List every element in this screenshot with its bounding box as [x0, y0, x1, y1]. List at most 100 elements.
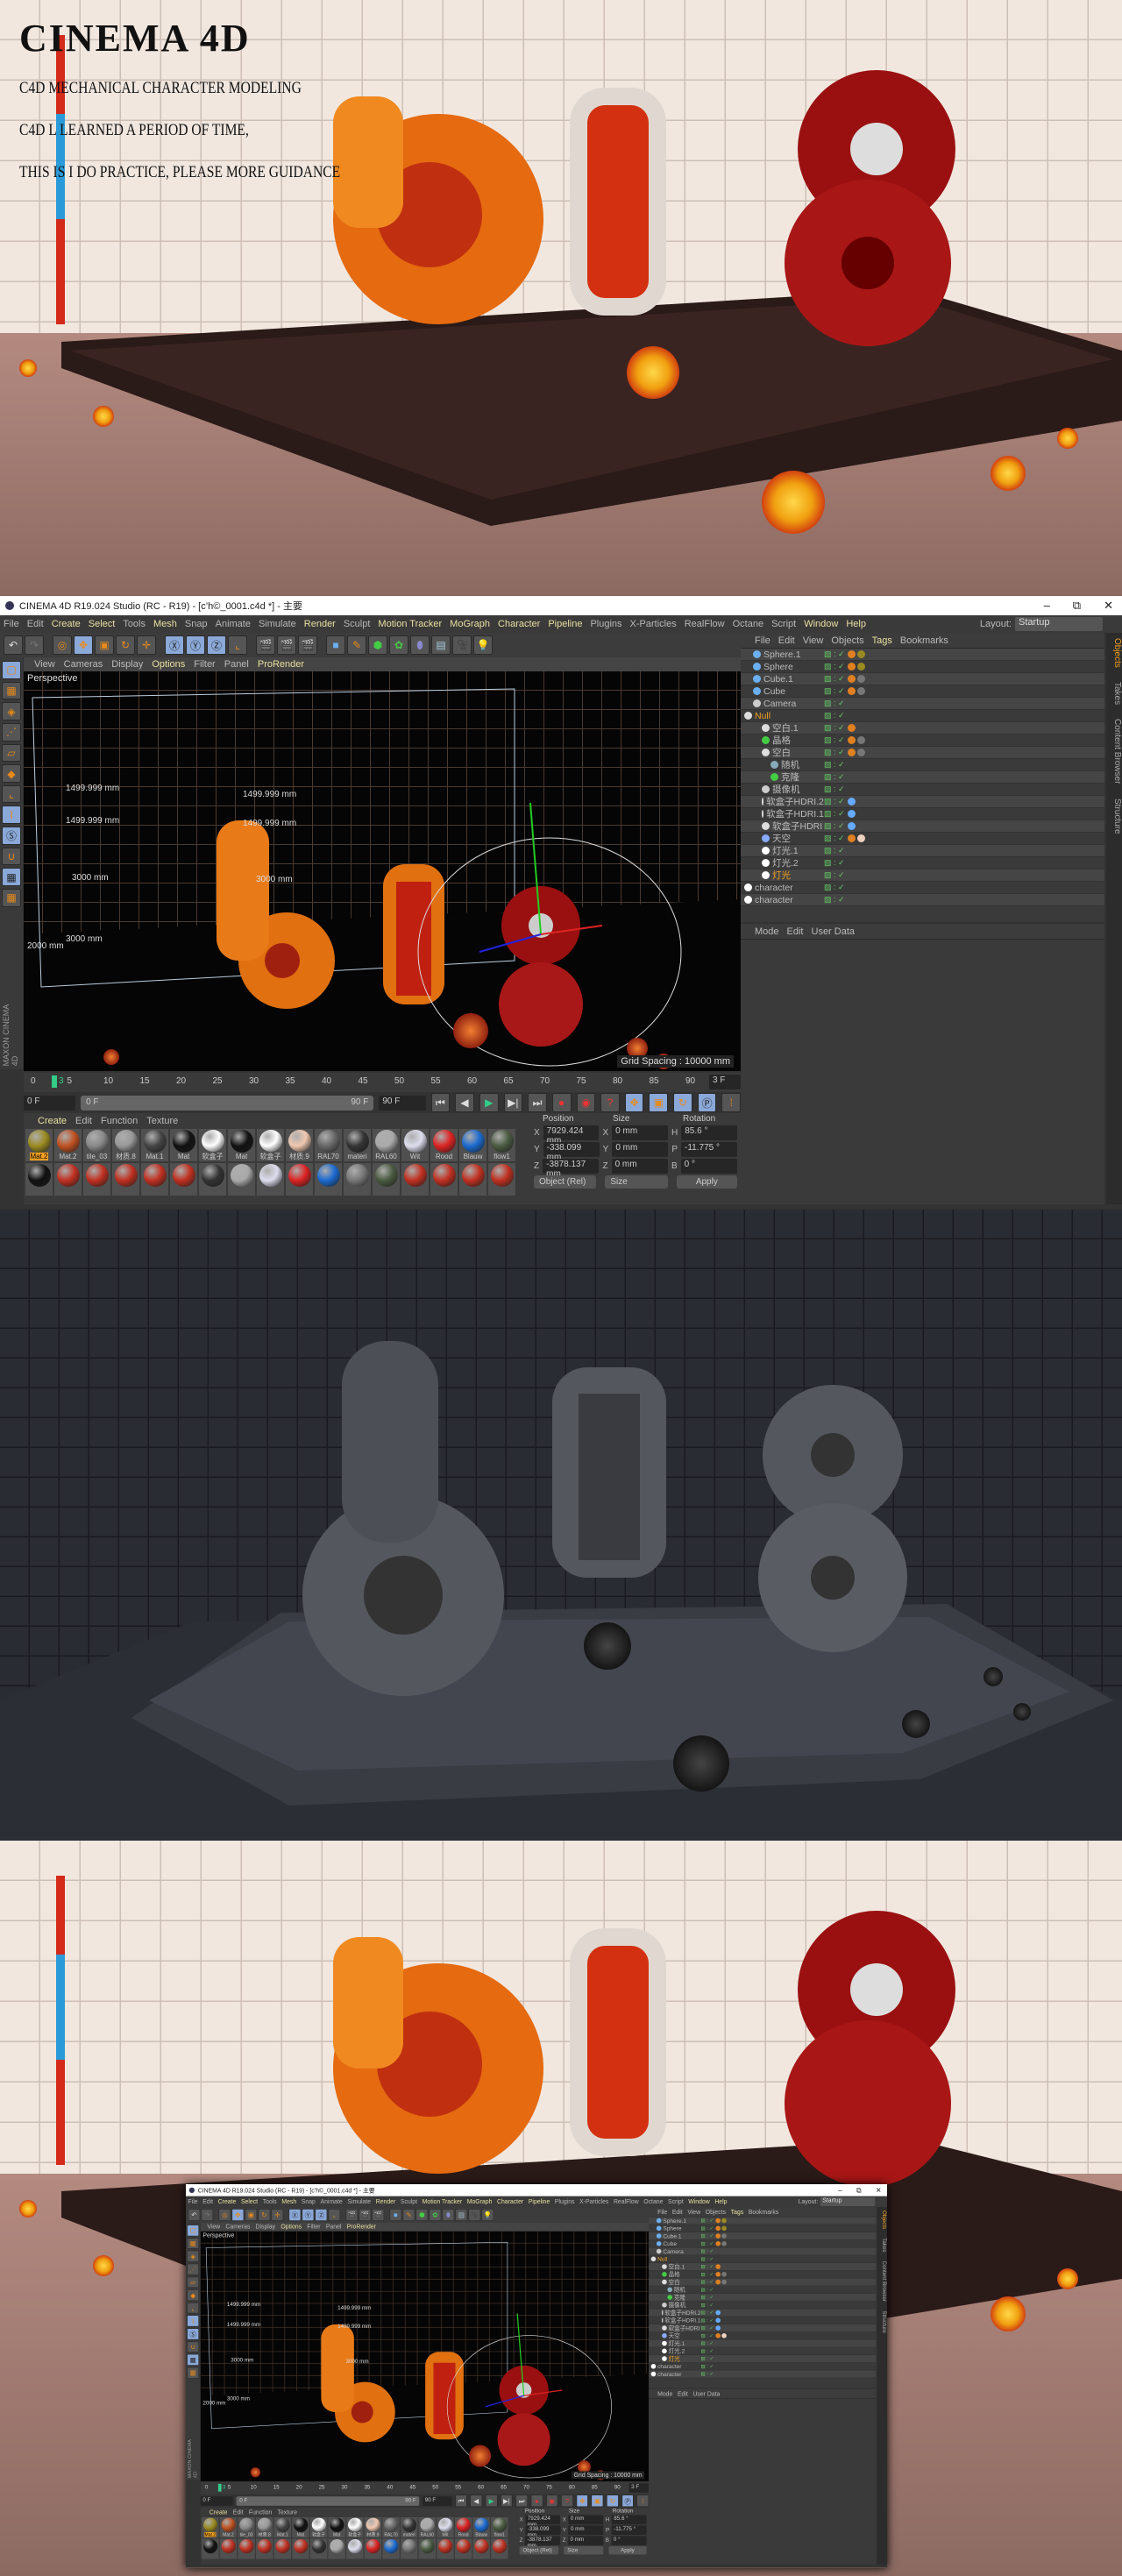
object-row[interactable]: 软盒子HDRI.2 ▨ : ✓	[741, 796, 1104, 808]
tag-icon[interactable]	[721, 2241, 727, 2246]
material-swatch[interactable]: Mat.2	[219, 2517, 238, 2538]
material-swatch[interactable]	[472, 2538, 490, 2559]
position-field[interactable]: -3878.137 mm	[524, 2536, 561, 2549]
material-swatch[interactable]: flow1	[491, 2517, 508, 2538]
render-picture-viewer-icon[interactable]: 🎬	[359, 2209, 372, 2221]
viewport-menu-view[interactable]: View	[207, 2224, 220, 2231]
material-menu-texture[interactable]: Texture	[278, 2509, 298, 2516]
frame-range-slider[interactable]: 0 F 90 F	[81, 1095, 374, 1111]
undo-icon[interactable]: ↶	[188, 2209, 201, 2221]
recent-tool-icon[interactable]: ✛	[271, 2209, 284, 2221]
menu-animate[interactable]: Animate	[216, 619, 251, 629]
recent-tool-icon[interactable]: ✛	[137, 635, 156, 655]
menu-animate[interactable]: Animate	[321, 2198, 343, 2205]
viewport-menu-prorender[interactable]: ProRender	[258, 659, 304, 670]
coordinate-mode-dropdown[interactable]: Object (Rel)	[519, 2546, 559, 2555]
object-row[interactable]: 天空 ▨ : ✓	[741, 833, 1104, 845]
tag-icon[interactable]	[857, 834, 865, 842]
attribute-menu-user-data[interactable]: User Data	[812, 926, 856, 937]
object-row[interactable]: 灯光 ▨ : ✓	[649, 2355, 877, 2363]
visibility-flags[interactable]: ▨ : ✓	[701, 2340, 716, 2346]
coordinate-system-icon[interactable]: ⌞	[228, 635, 247, 655]
x-axis-icon[interactable]: Ⓧ	[165, 635, 184, 655]
material-swatch[interactable]	[344, 1163, 371, 1196]
material-swatch[interactable]	[437, 2538, 454, 2559]
material-swatch[interactable]: flow1	[488, 1129, 515, 1161]
tag-icon[interactable]	[857, 663, 865, 671]
tag-icon[interactable]	[715, 2264, 721, 2269]
visibility-flags[interactable]: ▨ : ✓	[824, 699, 848, 708]
redo-icon[interactable]: ↷	[201, 2209, 214, 2221]
material-swatch[interactable]: 材质.8	[256, 2517, 273, 2538]
menu-octane[interactable]: Octane	[733, 619, 763, 629]
material-swatch[interactable]: 材质.9	[286, 1129, 313, 1161]
visibility-flags[interactable]: ▨ : ✓	[701, 2218, 716, 2224]
key-pla-icon[interactable]: ⁞	[636, 2494, 650, 2508]
attribute-menu-user-data[interactable]: User Data	[692, 2390, 720, 2397]
keyframe-selection-icon[interactable]: ?	[600, 1093, 620, 1112]
menu-select[interactable]: Select	[241, 2198, 258, 2205]
position-field[interactable]: -338.099 mm	[543, 1142, 600, 1162]
tweak-icon[interactable]: ⌇	[2, 805, 21, 825]
object-row[interactable]: character ▨ : ✓	[649, 2363, 877, 2371]
minimize-button[interactable]: –	[838, 2186, 842, 2195]
material-swatch[interactable]	[256, 2538, 273, 2559]
menu-realflow[interactable]: RealFlow	[685, 619, 725, 629]
prev-key-icon[interactable]: ◀	[455, 1093, 474, 1112]
position-field[interactable]: 7929.424 mm	[543, 1125, 600, 1146]
material-swatch[interactable]	[328, 2538, 345, 2559]
key-rotation-icon[interactable]: ↻	[607, 2494, 619, 2508]
object-row[interactable]: 空白 ▨ : ✓	[741, 747, 1104, 759]
tag-icon[interactable]	[848, 798, 856, 805]
maximize-button[interactable]: ⧉	[856, 2186, 862, 2195]
material-swatch[interactable]	[228, 1163, 255, 1196]
material-swatch[interactable]	[141, 1163, 168, 1196]
attribute-menu-mode[interactable]: Mode	[657, 2390, 672, 2397]
tag-icon[interactable]	[848, 749, 856, 756]
size-field[interactable]: 0 mm	[612, 1142, 669, 1157]
size-field[interactable]: 0 mm	[611, 1159, 668, 1174]
position-field[interactable]: -3878.137 mm	[543, 1159, 600, 1179]
tag-icon[interactable]	[715, 2218, 721, 2224]
object-row[interactable]: 灯光.2 ▨ : ✓	[741, 857, 1104, 869]
menu-tools[interactable]: Tools	[123, 619, 146, 629]
visibility-flags[interactable]: ▨ : ✓	[701, 2264, 716, 2270]
start-frame-field[interactable]: 0 F	[24, 1095, 76, 1111]
tag-icon[interactable]	[721, 2218, 727, 2224]
menu-x-particles[interactable]: X-Particles	[579, 2198, 608, 2205]
material-swatch[interactable]: RAL70	[382, 2517, 400, 2538]
menu-motion-tracker[interactable]: Motion Tracker	[423, 2198, 462, 2205]
visibility-flags[interactable]: ▨ : ✓	[701, 2356, 716, 2362]
visibility-flags[interactable]: ▨ : ✓	[701, 2302, 716, 2308]
deformer-icon[interactable]: ⬮	[442, 2209, 455, 2221]
visibility-flags[interactable]: ▨ : ✓	[701, 2317, 716, 2324]
tag-icon[interactable]	[715, 2241, 721, 2246]
visibility-flags[interactable]: ▨ : ✓	[701, 2233, 716, 2239]
z-axis-icon[interactable]: Ⓩ	[207, 635, 226, 655]
pen-icon[interactable]: ✎	[402, 2209, 415, 2221]
object-menu-bookmarks[interactable]: Bookmarks	[900, 635, 948, 646]
menu-edit[interactable]: Edit	[27, 619, 44, 629]
material-swatch[interactable]: RAL60	[373, 1129, 400, 1161]
visibility-flags[interactable]: ▨ : ✓	[824, 662, 848, 671]
material-swatch[interactable]: 软盒子	[309, 2517, 328, 2538]
menu-create[interactable]: Create	[218, 2198, 237, 2205]
tag-icon[interactable]	[848, 810, 856, 818]
go-to-start-icon[interactable]: ⏮	[430, 1093, 451, 1112]
record-icon[interactable]: ●	[530, 2494, 543, 2508]
scale-icon[interactable]: ▣	[95, 635, 114, 655]
visibility-flags[interactable]: ▨ : ✓	[701, 2225, 716, 2232]
key-parameter-icon[interactable]: Ⓟ	[697, 1093, 717, 1112]
tag-icon[interactable]	[848, 687, 856, 695]
viewport[interactable]: Perspective 1499.999 mm 1499.999 mm 3000…	[200, 2231, 650, 2481]
record-icon[interactable]: ●	[551, 1093, 572, 1112]
rotation-field[interactable]: 0 °	[680, 1159, 738, 1174]
keyframe-selection-icon[interactable]: ?	[561, 2494, 573, 2508]
menu-plugins[interactable]: Plugins	[590, 619, 621, 629]
end-frame-field[interactable]: 90 F	[423, 2495, 452, 2506]
material-swatch[interactable]: 材质.9	[364, 2517, 382, 2538]
cube-icon[interactable]: ■	[326, 635, 345, 655]
tag-icon[interactable]	[715, 2279, 721, 2285]
menu-render[interactable]: Render	[304, 619, 336, 629]
size-mode-dropdown[interactable]: Size	[605, 1175, 668, 1189]
